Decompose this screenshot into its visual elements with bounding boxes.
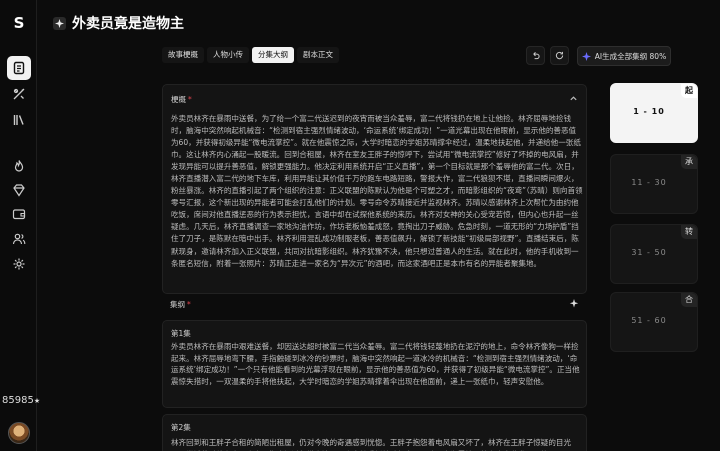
- episode-range-qi[interactable]: 起 1 - 10: [610, 83, 698, 143]
- document-icon: [13, 61, 25, 75]
- episode-title: 第1集: [171, 329, 191, 338]
- rail-settings-button[interactable]: [7, 252, 31, 276]
- episode-title: 第2集: [171, 423, 191, 432]
- flame-icon: [14, 160, 24, 172]
- outline-card: 梗概 * 外卖员林齐在暴雨中送餐，为了给一个富二代送迟到的夜宵而被当众羞辱，富二代…: [162, 84, 587, 294]
- tab-bar: 故事梗概 人物小传 分集大纲 剧本正文: [162, 47, 339, 63]
- rail-document-button[interactable]: [7, 56, 31, 80]
- refresh-icon: [555, 51, 564, 60]
- episode-range-cheng[interactable]: 承 11 - 30: [610, 154, 698, 214]
- tab-script-text[interactable]: 剧本正文: [297, 47, 339, 63]
- gear-icon: [13, 258, 25, 270]
- diamond-icon: [13, 184, 25, 197]
- outline-label-text: 梗概: [171, 95, 186, 104]
- sparkle-icon: [53, 16, 66, 30]
- credits-value: 85985: [2, 395, 34, 406]
- wallet-icon: [12, 209, 26, 220]
- episode-range-value: 51 - 60: [631, 316, 667, 325]
- magic-wand-icon[interactable]: [569, 299, 579, 309]
- rail-diamond-button[interactable]: [7, 178, 31, 202]
- ai-sparkle-icon: [581, 51, 591, 61]
- episode-card: 第1集 外卖员林齐在暴雨中艰难送餐，却因送达超时被富二代当众羞辱。富二代将钱轻蔑…: [162, 320, 587, 408]
- rail-hot-button[interactable]: [7, 154, 31, 178]
- title-bar: 外卖员竟是造物主: [53, 13, 184, 33]
- episode-range-tag: 承: [681, 155, 697, 169]
- undo-icon: [533, 51, 540, 60]
- episode-card: 第2集 林齐回到和王胖子合租的简陋出租屋，仍对今晚的奇遇感到恍惚。王胖子抱怨着电…: [162, 414, 587, 451]
- episode-range-value: 31 - 50: [631, 248, 667, 257]
- app-logo[interactable]: S: [10, 14, 28, 32]
- episode-range-value: 1 - 10: [633, 107, 665, 116]
- episode-range-value: 11 - 30: [631, 178, 667, 187]
- episode-range-tag: 合: [681, 293, 697, 307]
- rail-tools-button[interactable]: [7, 82, 31, 106]
- ai-generate-all-button[interactable]: AI生成全部集纲 80%: [577, 46, 671, 66]
- icon-rail: S 85985★: [0, 0, 40, 451]
- episode-range-he[interactable]: 合 51 - 60: [610, 292, 698, 352]
- required-mark: *: [187, 300, 191, 309]
- outline-text[interactable]: 外卖员林齐在暴雨中送餐，为了给一个富二代送迟到的夜宵而被当众羞辱，富二代将钱扔在…: [171, 113, 583, 270]
- episode-range-tag: 转: [681, 225, 697, 239]
- episode-text[interactable]: 外卖员林齐在暴雨中艰难送餐，却因送达超时被富二代当众羞辱。富二代将钱轻蔑地扔在泥…: [171, 341, 583, 387]
- rail-users-button[interactable]: [7, 227, 31, 251]
- episode-range-tag: 起: [681, 84, 697, 98]
- outline-label: 梗概 *: [171, 94, 192, 105]
- undo-button[interactable]: [526, 46, 545, 65]
- tab-character-bios[interactable]: 人物小传: [207, 47, 249, 63]
- credits-unit-icon: ★: [33, 397, 41, 405]
- page-title: 外卖员竟是造物主: [72, 16, 184, 32]
- credits-balance: 85985★: [2, 395, 40, 406]
- episode-text[interactable]: 林齐回到和王胖子合租的简陋出租屋，仍对今晚的奇遇感到恍惚。王胖子抱怨着电风扇又坏…: [171, 437, 583, 451]
- required-mark: *: [188, 95, 192, 104]
- chevron-up-icon[interactable]: [569, 94, 578, 103]
- episode-range-zhuan[interactable]: 转 31 - 50: [610, 224, 698, 284]
- episodes-label-text: 集纲: [170, 300, 185, 309]
- episodes-label: 集纲 *: [170, 299, 191, 310]
- rail-library-button[interactable]: [7, 108, 31, 132]
- avatar[interactable]: [8, 422, 30, 444]
- tab-story-synopsis[interactable]: 故事梗概: [162, 47, 204, 63]
- ai-generate-all-label: AI生成全部集纲 80%: [594, 51, 667, 61]
- tab-episode-outline[interactable]: 分集大纲: [252, 47, 294, 63]
- library-icon: [13, 115, 24, 125]
- refresh-button[interactable]: [550, 46, 569, 65]
- users-icon: [12, 233, 26, 245]
- tools-icon: [13, 88, 25, 100]
- rail-wallet-button[interactable]: [7, 202, 31, 226]
